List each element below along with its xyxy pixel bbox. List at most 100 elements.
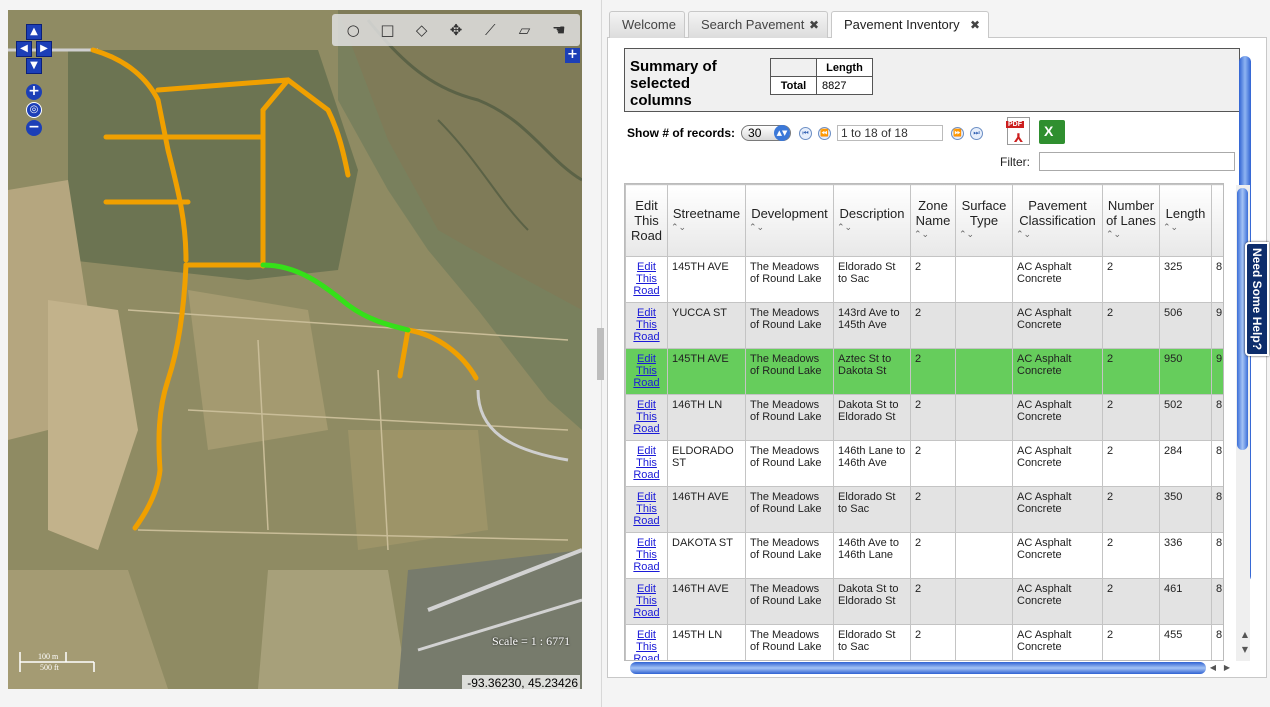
column-header-label: Description	[839, 205, 905, 221]
cell-length: 502	[1159, 394, 1212, 441]
polygon-select-icon[interactable]: ◇	[410, 18, 434, 42]
edit-road-link[interactable]: Edit This Road	[633, 491, 659, 527]
column-header[interactable]: Surface Type ⌃⌄	[955, 184, 1013, 257]
sort-icon[interactable]: ⌃⌄	[959, 228, 1009, 243]
grid-horizontal-scrollbar[interactable]	[630, 662, 1206, 674]
tab-label: Welcome	[622, 17, 676, 32]
summary-table: Length Total 8827	[770, 58, 873, 95]
column-header[interactable]: Zone Name ⌃⌄	[910, 184, 956, 257]
cell-surface	[955, 624, 1013, 660]
sort-icon[interactable]: ⌃⌄	[671, 221, 742, 236]
records-per-page-select[interactable]: 30 ▲▼	[741, 125, 792, 141]
column-header[interactable]: Development ⌃⌄	[745, 184, 834, 257]
edit-road-link[interactable]: Edit This Road	[633, 583, 659, 619]
eraser-icon[interactable]: ▱	[513, 18, 537, 42]
cell-development: The Meadows of Round Lake	[745, 624, 834, 660]
edit-road-link[interactable]: Edit This Road	[633, 307, 659, 343]
sort-icon[interactable]: ⌃⌄	[1163, 221, 1208, 236]
cell-development: The Meadows of Round Lake	[745, 486, 834, 533]
column-header-label: In	[1223, 213, 1224, 228]
column-header-label: Surface Type	[961, 198, 1007, 228]
pan-up-icon[interactable]: ▲	[26, 24, 42, 40]
help-tab[interactable]: Need Some Help?	[1245, 242, 1269, 356]
cell-development: The Meadows of Round Lake	[745, 256, 834, 303]
edit-road-link[interactable]: Edit This Road	[633, 537, 659, 573]
move-icon[interactable]: ✥	[444, 18, 468, 42]
table-row[interactable]: Edit This Road 145TH AVE The Meadows of Ro…	[625, 256, 1223, 303]
line-select-icon[interactable]: ⟋	[478, 18, 502, 42]
cell-length: 336	[1159, 532, 1212, 579]
column-header[interactable]: Description ⌃⌄	[833, 184, 911, 257]
table-row[interactable]: Edit This Road DAKOTA ST The Meadows of Ro…	[625, 532, 1223, 579]
edit-road-link[interactable]: Edit This Road	[633, 399, 659, 435]
edit-road-link[interactable]: Edit This Road	[633, 353, 659, 389]
sort-icon[interactable]: ⌃⌄	[1106, 228, 1156, 243]
column-header[interactable]: Pavement Classification ⌃⌄	[1012, 184, 1103, 257]
cell-lanes: 2	[1102, 256, 1160, 303]
zoom-world-icon[interactable]: ◎	[26, 102, 42, 118]
page-range-field[interactable]: 1 to 18 of 18	[837, 125, 944, 141]
filter-label: Filter:	[1000, 155, 1030, 169]
close-icon[interactable]: ✖	[970, 12, 980, 38]
tab-welcome[interactable]: Welcome	[609, 11, 685, 38]
rectangle-select-icon[interactable]: □	[375, 18, 399, 42]
tab-search-pavement[interactable]: Search Pavement ✖	[688, 11, 828, 38]
scale-metric: 100 m	[38, 652, 59, 661]
scroll-left-icon[interactable]: ◀	[1208, 663, 1218, 673]
column-header[interactable]: Length ⌃⌄	[1159, 184, 1212, 257]
filter-input[interactable]	[1039, 152, 1235, 171]
map-view[interactable]: ▲ ◀ ▶ ▼ + ◎ − ○ □ ◇ ✥ ⟋ ▱ ☚ + Scale = 1 …	[8, 10, 582, 689]
first-page-icon[interactable]: ⏮	[799, 126, 813, 140]
cell-development: The Meadows of Round Lake	[745, 532, 834, 579]
table-row[interactable]: Edit This Road 146TH AVE The Meadows of Ro…	[625, 578, 1223, 625]
summary-box: Summary of selected columns Length Total…	[624, 48, 1240, 112]
cell-length: 350	[1159, 486, 1212, 533]
edit-road-link[interactable]: Edit This Road	[633, 445, 659, 481]
pan-left-icon[interactable]: ◀	[16, 41, 32, 57]
cell-zone: 2	[910, 532, 956, 579]
tab-pavement-inventory[interactable]: Pavement Inventory ✖	[831, 11, 989, 39]
last-page-icon[interactable]: ⏭	[970, 126, 984, 140]
close-icon[interactable]: ✖	[809, 12, 819, 38]
pan-right-icon[interactable]: ▶	[36, 41, 52, 57]
table-row[interactable]: Edit This Road 146TH AVE The Meadows of Ro…	[625, 486, 1223, 533]
circle-select-icon[interactable]: ○	[341, 18, 365, 42]
zoom-in-button[interactable]: +	[26, 84, 42, 100]
column-header-label: Edit This Road	[630, 198, 663, 243]
cell-description: Eldorado St to Sac	[833, 256, 911, 303]
table-row[interactable]: Edit This Road 146TH LN The Meadows of Rou…	[625, 394, 1223, 441]
scroll-up-icon[interactable]: ▲	[1240, 630, 1250, 640]
table-row[interactable]: Edit This Road ELDORADO ST The Meadows of …	[625, 440, 1223, 487]
zoom-out-button[interactable]: −	[26, 120, 42, 136]
scroll-down-icon[interactable]: ▼	[1240, 645, 1250, 655]
edit-road-link[interactable]: Edit This Road	[633, 261, 659, 297]
column-header[interactable]: Number of Lanes ⌃⌄	[1102, 184, 1160, 257]
column-header[interactable]: In	[1211, 184, 1224, 257]
sort-icon[interactable]: ⌃⌄	[749, 221, 830, 236]
sort-icon[interactable]: ⌃⌄	[914, 228, 952, 243]
edit-road-link[interactable]: Edit This Road	[633, 629, 659, 660]
summary-row-label: Total	[770, 76, 817, 95]
table-row[interactable]: Edit This Road 145TH AVE The Meadows of Ro…	[625, 348, 1223, 395]
table-row[interactable]: Edit This Road YUCCA ST The Meadows of Rou…	[625, 302, 1223, 349]
column-header[interactable]: Streetname ⌃⌄	[667, 184, 746, 257]
sort-icon[interactable]: ⌃⌄	[837, 221, 907, 236]
export-pdf-icon[interactable]: PDF ⅄	[1006, 117, 1030, 145]
edit-cell: Edit This Road	[625, 256, 668, 303]
pan-down-icon[interactable]: ▼	[26, 58, 42, 74]
prev-page-icon[interactable]: ⏪	[818, 126, 832, 140]
cell-zone: 2	[910, 394, 956, 441]
pane-splitter-handle[interactable]	[597, 328, 604, 380]
scroll-right-icon[interactable]: ▶	[1222, 663, 1232, 673]
column-header[interactable]: Edit This Road	[625, 184, 668, 257]
cell-length: 455	[1159, 624, 1212, 660]
edit-cell: Edit This Road	[625, 302, 668, 349]
pager: Show # of records: 30 ▲▼ ⏮ ⏪ 1 to 18 of …	[627, 124, 989, 142]
pan-hand-icon[interactable]: ☚	[547, 18, 571, 42]
table-row[interactable]: Edit This Road 145TH LN The Meadows of Rou…	[625, 624, 1223, 660]
layer-switcher-button[interactable]: +	[565, 48, 580, 63]
sort-icon[interactable]: ⌃⌄	[1016, 228, 1099, 243]
export-excel-icon[interactable]: X	[1039, 120, 1065, 144]
next-page-icon[interactable]: ⏩	[951, 126, 965, 140]
cell-description: Eldorado St to Sac	[833, 486, 911, 533]
